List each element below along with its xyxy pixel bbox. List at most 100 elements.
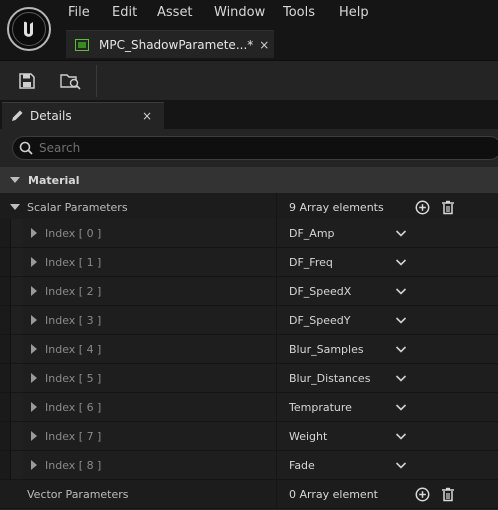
chevron-down-icon[interactable] xyxy=(395,286,407,296)
triangle-right-icon[interactable] xyxy=(30,344,38,354)
chevron-down-icon[interactable] xyxy=(395,344,407,354)
array-item-row: Index [ 2 ] DF_SpeedX xyxy=(0,277,498,306)
indent-guide xyxy=(10,219,22,247)
details-tab-strip: Details × xyxy=(0,100,498,129)
triangle-down-icon[interactable] xyxy=(10,176,20,184)
parameter-name: Fade xyxy=(289,458,315,472)
triangle-right-icon[interactable] xyxy=(30,460,38,470)
parameter-name-value[interactable]: Weight xyxy=(276,422,498,450)
array-item-name[interactable]: Index [ 2 ] xyxy=(30,277,101,305)
parameter-name-value[interactable]: DF_SpeedX xyxy=(276,277,498,305)
parameter-name-value[interactable]: Fade xyxy=(276,451,498,479)
details-tab[interactable]: Details × xyxy=(2,102,164,129)
close-icon[interactable]: × xyxy=(142,109,152,123)
details-panel: Material Scalar Parameters 9 Array eleme… xyxy=(0,129,498,510)
parameter-name: DF_SpeedX xyxy=(289,284,352,298)
scalar-parameters-name[interactable]: Scalar Parameters xyxy=(10,193,128,221)
indent-guide xyxy=(10,364,22,392)
vector-parameters-label: Vector Parameters xyxy=(27,487,129,501)
category-material[interactable]: Material xyxy=(0,167,498,193)
indent-guide xyxy=(10,393,22,421)
menu-tools[interactable]: Tools xyxy=(283,5,315,20)
parameter-name-value[interactable]: Blur_Distances xyxy=(276,364,498,392)
scalar-parameters-value: 9 Array elements xyxy=(276,193,498,221)
add-circle-icon[interactable] xyxy=(414,199,430,215)
chevron-down-icon[interactable] xyxy=(395,460,407,470)
parameter-name-value[interactable]: DF_Amp xyxy=(276,219,498,247)
add-circle-icon[interactable] xyxy=(414,486,430,502)
chevron-down-icon[interactable] xyxy=(395,315,407,325)
array-count: 0 Array element xyxy=(289,487,378,501)
chevron-down-icon[interactable] xyxy=(395,402,407,412)
material-parameter-collection-icon xyxy=(75,38,89,51)
parameter-name-value[interactable]: Temprature xyxy=(276,393,498,421)
menu-help[interactable]: Help xyxy=(339,5,369,20)
array-item-row: Index [ 8 ] Fade xyxy=(0,451,498,480)
index-label: Index [ 4 ] xyxy=(45,342,102,356)
parameter-name: DF_Freq xyxy=(289,255,333,269)
menu-window[interactable]: Window xyxy=(214,5,265,20)
array-item-row: Index [ 4 ] Blur_Samples xyxy=(0,335,498,364)
search-input[interactable] xyxy=(39,141,459,155)
array-count: 9 Array elements xyxy=(289,200,384,214)
array-item-name[interactable]: Index [ 6 ] xyxy=(30,393,101,421)
triangle-right-icon[interactable] xyxy=(30,228,38,238)
chevron-down-icon[interactable] xyxy=(395,228,407,238)
triangle-right-icon[interactable] xyxy=(30,402,38,412)
index-label: Index [ 7 ] xyxy=(45,429,102,443)
indent-guide xyxy=(10,248,22,276)
array-item-row: Index [ 3 ] DF_SpeedY xyxy=(0,306,498,335)
chevron-down-icon[interactable] xyxy=(395,257,407,267)
array-item-name[interactable]: Index [ 7 ] xyxy=(30,422,101,450)
browse-asset-icon[interactable] xyxy=(57,67,85,95)
close-icon[interactable]: × xyxy=(259,38,269,52)
parameter-name-value[interactable]: Blur_Samples xyxy=(276,335,498,363)
triangle-right-icon[interactable] xyxy=(30,286,38,296)
parameter-name: Temprature xyxy=(289,400,352,414)
triangle-down-icon[interactable] xyxy=(10,203,20,211)
array-item-row: Index [ 5 ] Blur_Distances xyxy=(0,364,498,393)
triangle-right-icon[interactable] xyxy=(30,257,38,267)
unreal-logo-icon[interactable] xyxy=(7,7,51,51)
parameter-name: Blur_Samples xyxy=(289,342,364,356)
array-item-row: Index [ 6 ] Temprature xyxy=(0,393,498,422)
triangle-right-icon[interactable] xyxy=(30,431,38,441)
scalar-parameters-label: Scalar Parameters xyxy=(27,200,128,214)
array-item-row: Index [ 1 ] DF_Freq xyxy=(0,248,498,277)
parameter-name: DF_SpeedY xyxy=(289,313,351,327)
array-item-name[interactable]: Index [ 1 ] xyxy=(30,248,101,276)
document-tab[interactable]: MPC_ShadowParamete...* × xyxy=(66,30,274,58)
menu-asset[interactable]: Asset xyxy=(157,5,193,20)
array-item-name[interactable]: Index [ 5 ] xyxy=(30,364,101,392)
index-label: Index [ 1 ] xyxy=(45,255,102,269)
triangle-right-icon[interactable] xyxy=(30,373,38,383)
menu-file[interactable]: File xyxy=(68,5,90,20)
vector-parameters-row: Vector Parameters 0 Array element xyxy=(0,480,498,509)
save-icon[interactable] xyxy=(13,67,41,95)
indent-guide xyxy=(10,335,22,363)
array-item-name[interactable]: Index [ 8 ] xyxy=(30,451,101,479)
index-label: Index [ 2 ] xyxy=(45,284,102,298)
vector-parameters-name[interactable]: Vector Parameters xyxy=(27,480,129,508)
array-item-name[interactable]: Index [ 4 ] xyxy=(30,335,101,363)
toolbar xyxy=(0,60,498,100)
pencil-icon xyxy=(10,109,24,123)
array-item-row: Index [ 0 ] DF_Amp xyxy=(0,219,498,248)
trash-icon[interactable] xyxy=(440,486,456,502)
parameter-name-value[interactable]: DF_SpeedY xyxy=(276,306,498,334)
index-label: Index [ 5 ] xyxy=(45,371,102,385)
menu-edit[interactable]: Edit xyxy=(112,5,137,20)
scalar-parameters-row: Scalar Parameters 9 Array elements xyxy=(0,193,498,222)
indent-guide xyxy=(10,422,22,450)
array-item-name[interactable]: Index [ 3 ] xyxy=(30,306,101,334)
chevron-down-icon[interactable] xyxy=(395,373,407,383)
chevron-down-icon[interactable] xyxy=(395,431,407,441)
category-label: Material xyxy=(28,173,80,187)
array-item-name[interactable]: Index [ 0 ] xyxy=(30,219,101,247)
trash-icon[interactable] xyxy=(440,199,456,215)
triangle-right-icon[interactable] xyxy=(30,315,38,325)
parameter-name-value[interactable]: DF_Freq xyxy=(276,248,498,276)
vector-parameters-value: 0 Array element xyxy=(276,480,498,508)
toolbar-separator xyxy=(96,65,97,97)
index-label: Index [ 0 ] xyxy=(45,226,102,240)
